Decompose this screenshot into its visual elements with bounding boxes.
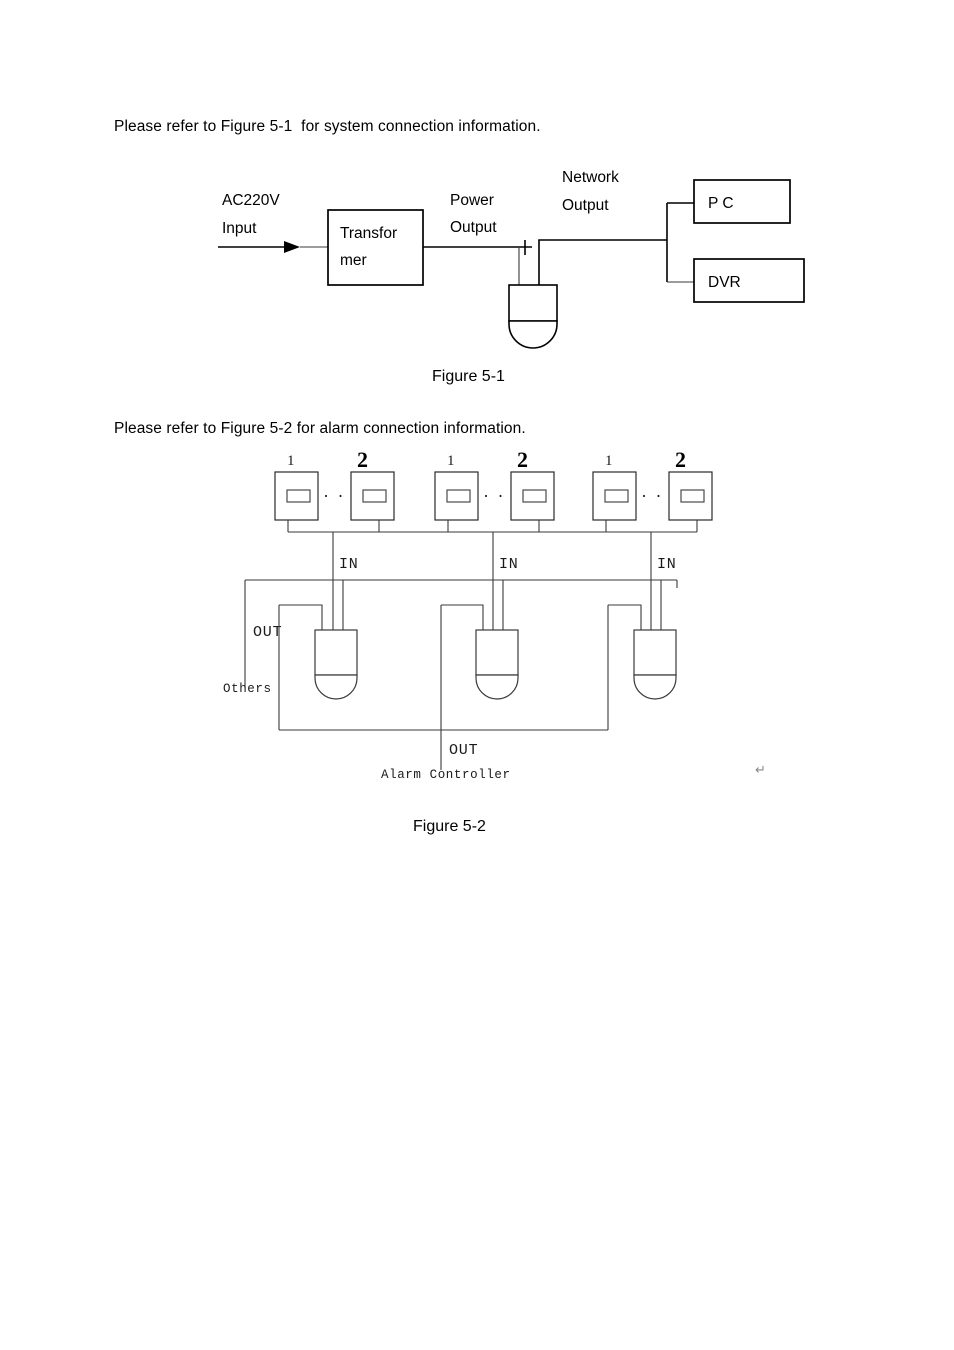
camera-3-out-wire-top (608, 604, 642, 630)
ac220v-input-label-line2: Input (222, 220, 257, 237)
out-bottom-label: OUT (449, 742, 478, 759)
group-2-sensor-last-terminal (522, 489, 547, 503)
figure-5-2-caption: Figure 5-2 (413, 818, 486, 835)
paragraph-figure-5-2-reference: Please refer to Figure 5-2 for alarm con… (114, 420, 526, 437)
group-2-sensor-first-terminal (446, 489, 471, 503)
ac220v-input-label-line1: AC220V (222, 192, 280, 209)
power-output-label-line1: Power (450, 192, 494, 209)
group-1-sensor-last-terminal (362, 489, 387, 503)
group-1-sensor-last-number: 2 (357, 447, 368, 472)
group-2-sensor-first-number: 1 (447, 453, 455, 469)
transformer-box (327, 209, 424, 286)
out-left-label: OUT (253, 624, 282, 641)
group-1-sensor-first-number: 1 (287, 453, 295, 469)
power-output-label-line2: Output (450, 219, 497, 236)
group-3-sensor-last-terminal (680, 489, 705, 503)
group-3-in-label: IN (657, 556, 677, 573)
ac-input-arrow-head (284, 241, 300, 253)
group-2-sensor-last-number: 2 (517, 447, 528, 472)
transformer-label-line2: mer (340, 252, 367, 269)
group-2-in-label: IN (499, 556, 519, 573)
dome-camera-body-icon (508, 284, 558, 322)
camera-2-out-wire-top (441, 604, 484, 630)
dome-camera-2-lens-icon (475, 674, 519, 700)
others-label: Others (223, 682, 272, 696)
group-1-sensor-first-terminal (286, 489, 311, 503)
paragraph-mark-symbol: ↵ (755, 762, 766, 777)
dome-camera-1-body-icon (314, 629, 358, 676)
dvr-label: DVR (708, 274, 741, 291)
group-3-sensor-first-number: 1 (605, 453, 613, 469)
figure-5-1-diagram: AC220V Input Transfor mer Power Output N… (180, 160, 840, 360)
camera-1-out-wire-top (279, 604, 323, 630)
network-output-label-line2: Output (562, 197, 609, 214)
paragraph-figure-5-1-reference: Please refer to Figure 5-1 for system co… (114, 118, 541, 135)
group-3-sensor-first-terminal (604, 489, 629, 503)
transformer-label-line1: Transfor (340, 225, 397, 242)
group-1-in-label: IN (339, 556, 359, 573)
dome-camera-lens-icon (508, 320, 558, 349)
dome-camera-2-body-icon (475, 629, 519, 676)
network-output-label-line1: Network (562, 169, 619, 186)
group-3-sensor-last-number: 2 (675, 447, 686, 472)
document-page: Please refer to Figure 5-1 for system co… (0, 0, 954, 1350)
dome-camera-3-lens-icon (633, 674, 677, 700)
dome-camera-3-body-icon (633, 629, 677, 676)
alarm-controller-label: Alarm Controller (381, 768, 511, 782)
dome-camera-1-lens-icon (314, 674, 358, 700)
pc-label: P C (708, 195, 734, 212)
figure-5-1-caption: Figure 5-1 (432, 368, 505, 385)
network-output-wire (538, 239, 667, 298)
figure-5-2-diagram: 1 · · · 2 1 · · · 2 1 · · · 2 IN IN IN O… (215, 440, 755, 790)
